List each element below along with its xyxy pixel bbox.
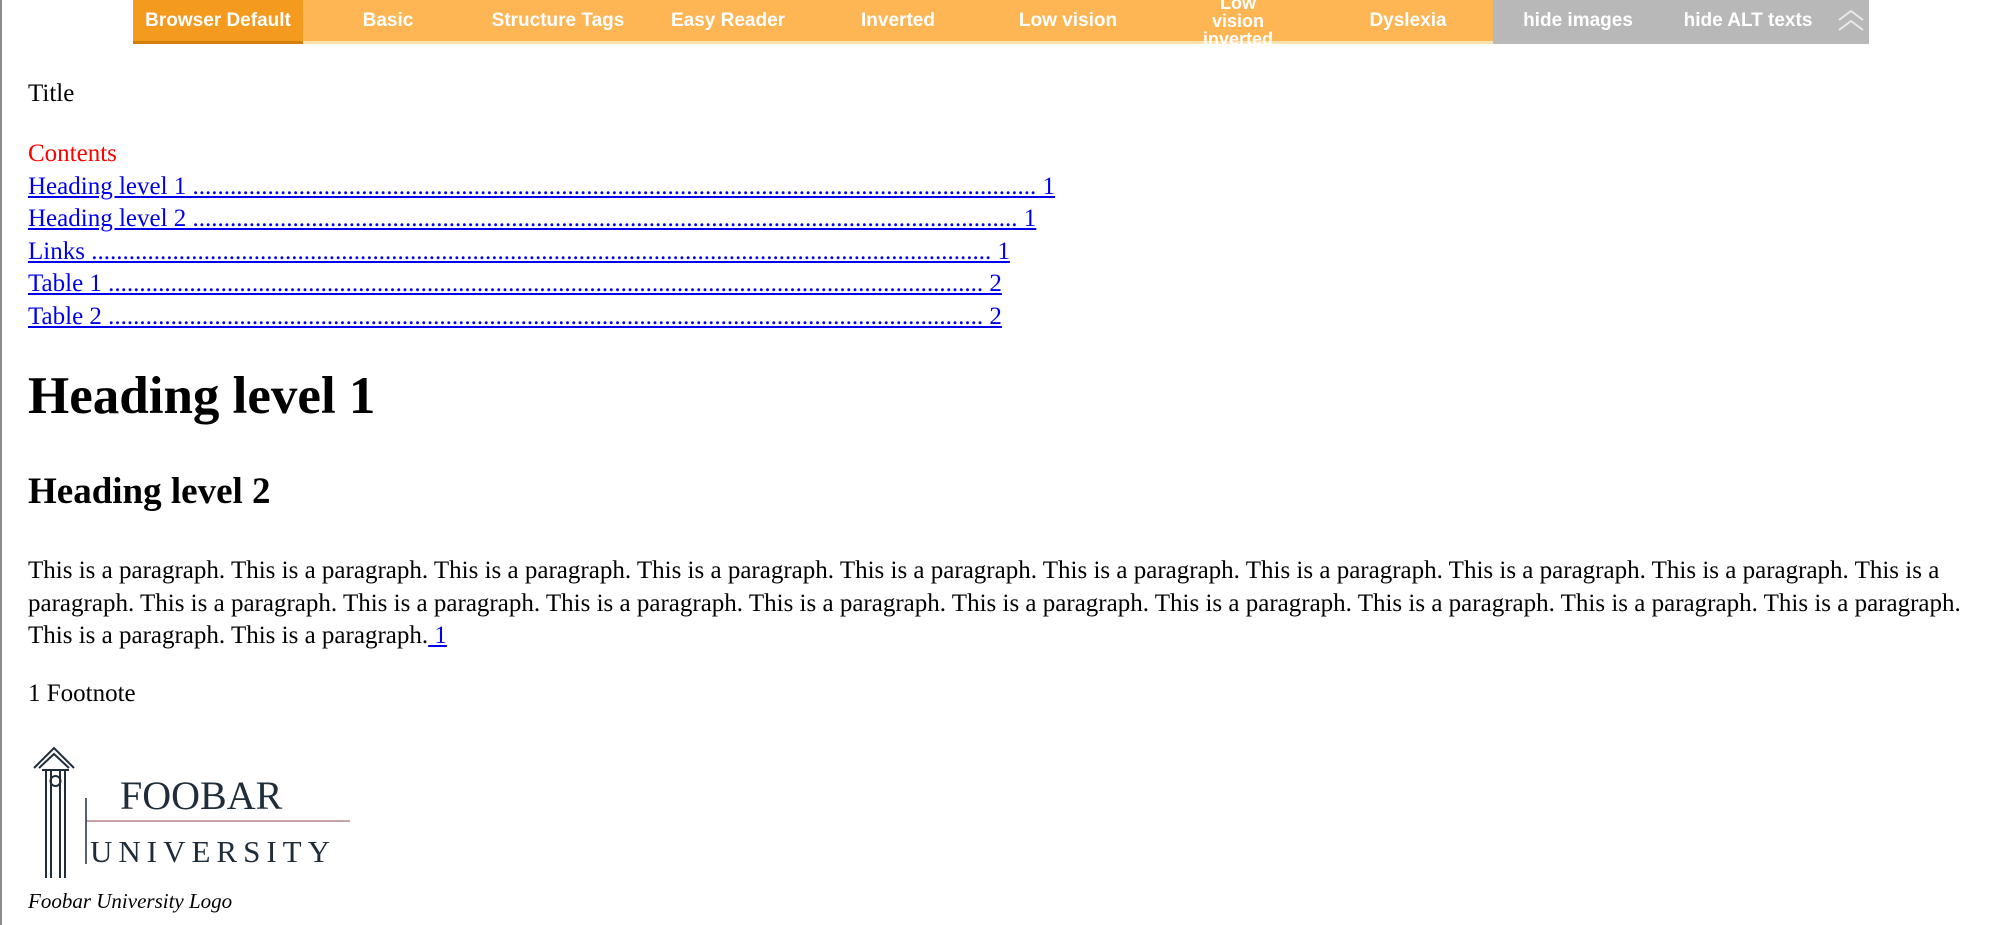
browser-default-button[interactable]: Browser Default — [133, 0, 303, 44]
heading-level-1: Heading level 1 — [28, 367, 376, 425]
easy-reader-button[interactable]: Easy Reader — [643, 0, 813, 44]
basic-button[interactable]: Basic — [303, 0, 473, 44]
window-left-edge — [0, 0, 2, 925]
dyslexia-button[interactable]: Dyslexia — [1323, 0, 1493, 44]
university-logo: FOOBAR UNIVERSITY — [30, 746, 350, 889]
low-vision-inverted-button[interactable]: Low vision inverted — [1153, 0, 1323, 48]
logo-text-university: UNIVERSITY — [90, 834, 336, 869]
collapse-toolbar-button[interactable] — [1833, 0, 1869, 44]
logo-caption: Foobar University Logo — [28, 889, 233, 913]
table-of-contents: Contents Heading level 1 ...............… — [28, 138, 1055, 334]
accessibility-toolbar: Browser Default Basic Structure Tags Eas… — [133, 0, 1869, 48]
toc-link-table-1[interactable]: Table 1 ................................… — [28, 268, 1055, 301]
hide-images-button[interactable]: hide images — [1493, 0, 1663, 44]
toc-link-links[interactable]: Links ..................................… — [28, 236, 1055, 269]
low-vision-button[interactable]: Low vision — [983, 0, 1153, 44]
toc-link-table-2[interactable]: Table 2 ................................… — [28, 301, 1055, 334]
paragraph: This is a paragraph. This is a paragraph… — [28, 555, 1968, 653]
heading-level-2: Heading level 2 — [28, 471, 271, 512]
footnote: 1 Footnote — [28, 680, 136, 707]
toc-link-heading-level-2[interactable]: Heading level 2 ........................… — [28, 203, 1055, 236]
toc-heading: Contents — [28, 140, 117, 167]
document-title: Title — [28, 80, 75, 107]
chevron-up-icon — [1838, 9, 1864, 31]
footnote-reference-link[interactable]: 1 — [428, 622, 447, 649]
logo-text-foobar: FOOBAR — [120, 773, 283, 818]
structure-tags-button[interactable]: Structure Tags — [473, 0, 643, 44]
paragraph-text: This is a paragraph. This is a paragraph… — [28, 557, 1961, 649]
hide-alt-texts-button[interactable]: hide ALT texts — [1663, 0, 1833, 44]
toc-link-heading-level-1[interactable]: Heading level 1 ........................… — [28, 171, 1055, 204]
inverted-button[interactable]: Inverted — [813, 0, 983, 44]
